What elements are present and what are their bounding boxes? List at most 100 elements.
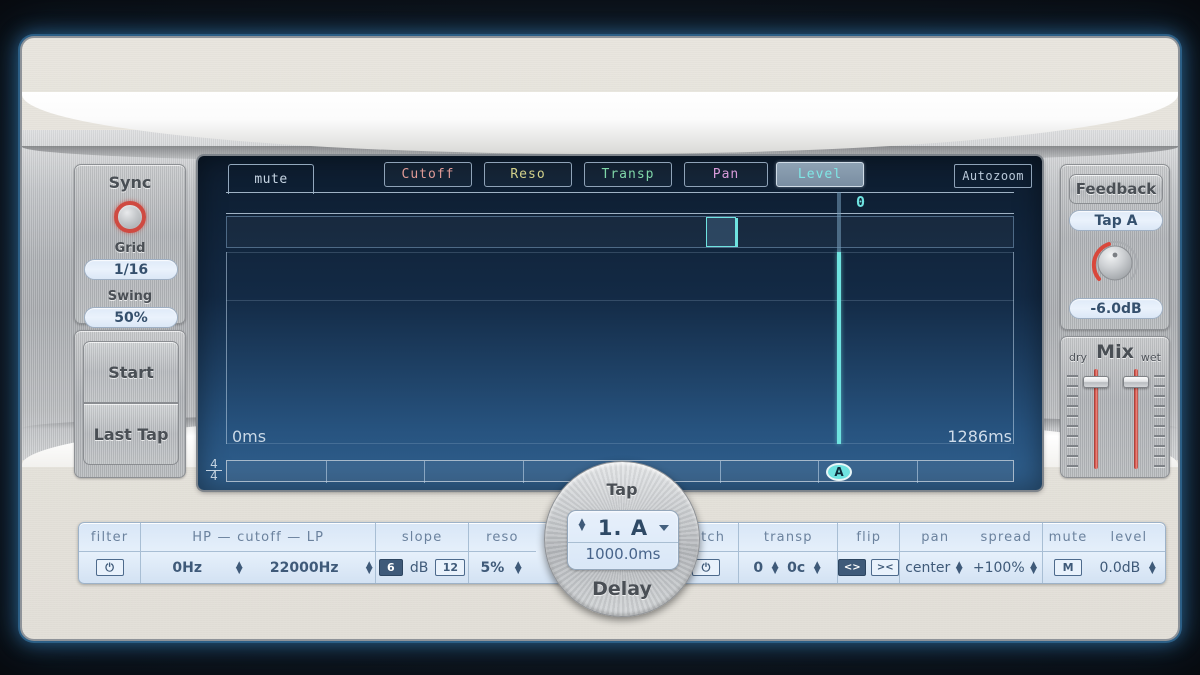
lp-cutoff-value[interactable]: 22000Hz [245,560,363,576]
graph-gridline [226,443,1014,444]
tap-marker-a[interactable]: A [826,463,852,481]
grid-value-field[interactable]: 1/16 [84,259,178,280]
ruler-division [424,461,425,483]
slider-tick [1067,435,1078,437]
sync-panel: Sync Grid 1/16 Swing 50% [74,164,186,328]
level-label: level [1110,529,1148,545]
slope-12db-button[interactable]: 12 [435,559,466,576]
flip-out-button[interactable]: <> [838,559,867,576]
mute-lane[interactable] [226,216,1014,248]
slider-tick [1154,435,1165,437]
tab-pan[interactable]: Pan [684,162,768,187]
tap-line-upper [837,192,841,252]
level-stepper[interactable]: ▲ ▼ [1146,560,1158,575]
plugin-window: Sync Grid 1/16 Swing 50% Start Last Tap … [0,0,1200,675]
tap-delay-dial[interactable]: Tap ▲ ▼ 1. A 1000.0ms Delay [544,461,700,617]
swing-value-field[interactable]: 50% [84,307,178,328]
time-signature: 4 4 [206,458,222,483]
chevron-down-icon[interactable] [659,525,669,531]
lp-cutoff-stepper[interactable]: ▲ ▼ [363,560,375,575]
slider-tick [1067,455,1078,457]
dry-slider-handle[interactable] [1083,376,1109,389]
slider-tick [1067,445,1078,447]
pan-stepper[interactable]: ▲ ▼ [953,560,965,575]
mute-button[interactable]: M [1054,559,1083,576]
transp-value[interactable]: 0c [787,560,805,576]
transp-group: transp 0 ▲ ▼ 0c ▲ ▼ [738,523,838,583]
sync-led-button[interactable] [114,201,146,233]
tap-display[interactable]: mute Cutoff Reso Transp Pan Level Autozoom 0 [198,156,1042,490]
filter-power-button[interactable]: ⏻ [95,559,124,576]
slider-tick [1067,375,1078,377]
time-end-label: 1286ms [947,427,1012,446]
feedback-knob[interactable] [1089,237,1141,289]
hp-cutoff-value[interactable]: 0Hz [141,560,233,576]
tab-transp[interactable]: Transp [584,162,672,187]
feedback-enable-button[interactable]: Feedback [1069,174,1163,204]
grid-label: Grid [114,241,146,256]
time-signature-denominator: 4 [210,469,218,483]
ruler-division [325,461,327,483]
tab-mute[interactable]: mute [228,164,314,194]
slope-group: slope 6 dB 12 [375,523,469,583]
tap-level-line[interactable] [837,252,841,444]
feedback-value-field[interactable]: -6.0dB [1069,298,1163,319]
mute-label: mute [1048,529,1088,545]
slider-tick [1154,405,1165,407]
tap-stepper[interactable]: ▲ ▼ [576,518,588,533]
transport-panel: Start Last Tap [74,330,186,478]
reso-value[interactable]: 5% [480,560,504,576]
flip-in-button[interactable]: >< [871,559,900,576]
last-tap-button[interactable]: Last Tap [83,403,179,465]
reso-stepper[interactable]: ▲ ▼ [512,560,524,575]
tap-name-value[interactable]: 1. A [598,516,648,540]
mute-lane-cell[interactable] [706,217,736,247]
cutoff-range-label: HP — cutoff — LP [192,529,325,545]
ruler-division [522,461,524,483]
slider-tick [1067,385,1078,387]
slider-tick [1154,415,1165,417]
slider-tick [1154,465,1165,467]
pitch-value[interactable]: 0 [753,560,763,576]
autozoom-button[interactable]: Autozoom [954,164,1032,188]
dial-tap-row[interactable]: ▲ ▼ 1. A [568,513,678,543]
slider-tick [1154,375,1165,377]
pan-value[interactable]: center [905,560,950,576]
wet-slider[interactable] [1118,369,1165,469]
filter-group: filter ⏻ [79,523,141,583]
mute-group: mute M [1042,523,1093,583]
display-tab-row: mute Cutoff Reso Transp Pan Level Autozoom [198,156,1042,194]
tab-level[interactable]: Level [776,162,864,187]
transp-stepper[interactable]: ▲ ▼ [811,560,823,575]
pan-label: pan [921,529,950,545]
slider-tick [1154,425,1165,427]
feedback-tap-select[interactable]: Tap A [1069,210,1163,231]
level-value[interactable]: 0.0dB [1100,560,1141,576]
dry-slider[interactable] [1067,369,1114,469]
spread-stepper[interactable]: ▲ ▼ [1028,560,1040,575]
graph-left-edge [226,252,227,444]
slider-tick [1067,405,1078,407]
tap-graph[interactable] [226,252,1014,444]
slope-6db-button[interactable]: 6 [378,559,403,576]
delay-ms-value[interactable]: 1000.0ms [568,545,678,563]
spread-value[interactable]: +100% [973,560,1025,576]
slider-tick [1154,395,1165,397]
wet-slider-handle[interactable] [1123,376,1149,389]
dial-delay-label: Delay [592,578,652,600]
swing-label: Swing [107,289,153,304]
spread-group: spread +100% ▲ ▼ [970,523,1043,583]
ruler-division [916,461,918,483]
hp-cutoff-stepper[interactable]: ▲ ▼ [233,560,245,575]
tab-reso[interactable]: Reso [484,162,572,187]
slider-tick [1067,395,1078,397]
tab-cutoff[interactable]: Cutoff [384,162,472,187]
reso-label: reso [486,529,519,545]
wet-label: wet [1140,351,1161,364]
slope-unit: dB [409,559,429,576]
start-button[interactable]: Start [83,341,179,403]
dial-lcd[interactable]: ▲ ▼ 1. A 1000.0ms [567,510,679,570]
feedback-panel: Feedback Tap A -6.0dB [1060,164,1170,330]
transp-label: transp [763,529,813,545]
pitch-stepper[interactable]: ▲ ▼ [769,560,781,575]
